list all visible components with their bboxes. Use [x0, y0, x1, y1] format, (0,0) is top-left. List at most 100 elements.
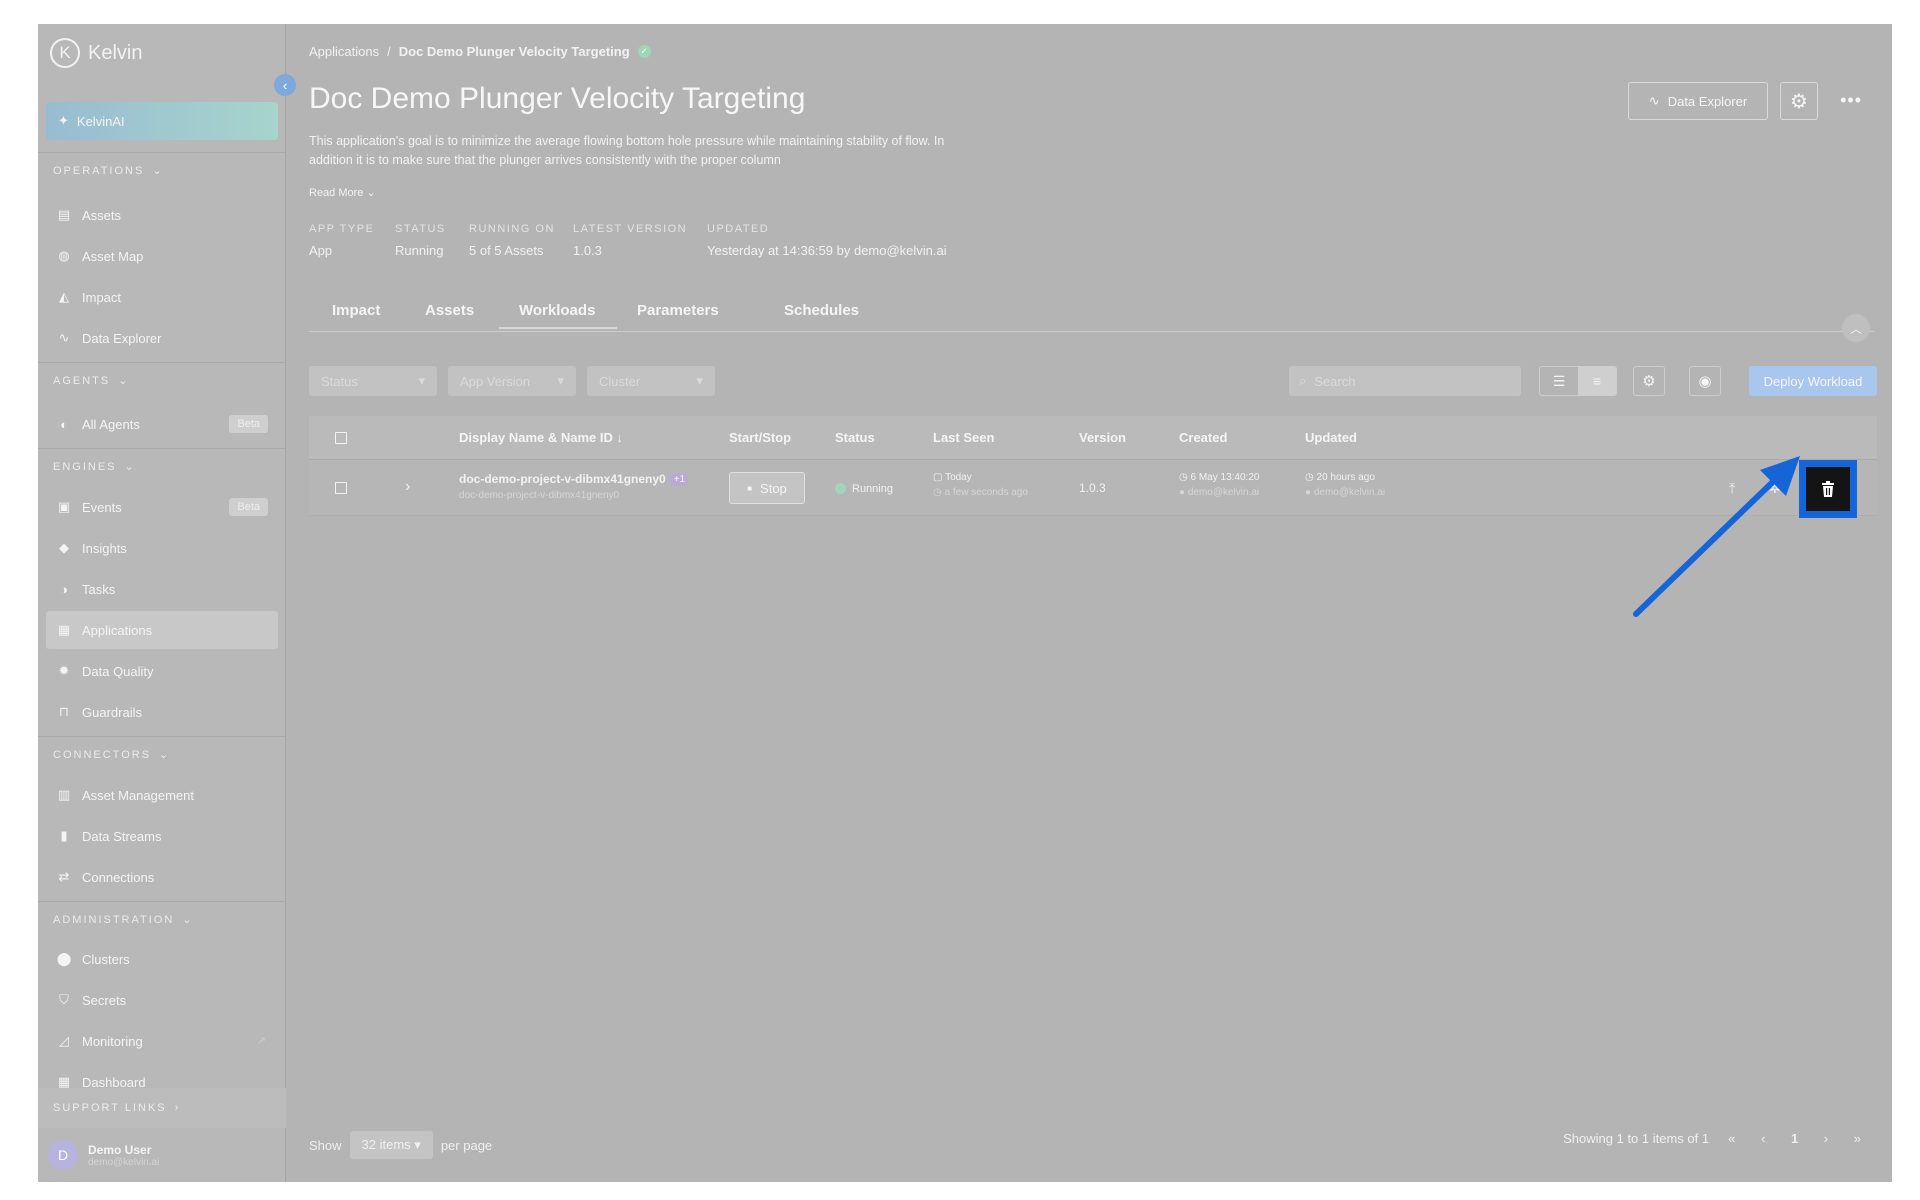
section-administration[interactable]: ADMINISTRATION ⌄ — [53, 913, 194, 927]
sidebar-item-impact[interactable]: ◭ Impact — [46, 278, 278, 316]
column-version[interactable]: Version — [1079, 430, 1126, 445]
clock-icon: ◷ — [1305, 472, 1314, 483]
select-all-checkbox[interactable] — [335, 432, 347, 444]
last-page-icon[interactable]: » — [1854, 1131, 1861, 1146]
calendar-icon: ▢ — [933, 472, 943, 483]
stop-button[interactable]: ■ Stop — [729, 472, 805, 504]
magic-wand-icon[interactable]: ✲ — [1769, 480, 1781, 497]
collapse-sidebar-button[interactable]: ‹ — [274, 74, 296, 96]
column-start-stop: Start/Stop — [729, 430, 792, 445]
status-filter[interactable]: Status ▾ — [309, 366, 437, 396]
extra-count-badge: +1 — [669, 473, 690, 487]
page-number[interactable]: 1 — [1791, 1131, 1798, 1146]
per-page-select[interactable]: 32 items ▾ — [349, 1131, 433, 1159]
sidebar-item-data-streams[interactable]: ▮ Data Streams — [46, 817, 278, 855]
section-connectors[interactable]: CONNECTORS ⌄ — [53, 748, 171, 762]
search-input[interactable]: ⌕ Search — [1289, 366, 1521, 396]
version-cell: 1.0.3 — [1079, 481, 1106, 495]
density-toggle[interactable]: ☰ ≡ — [1539, 366, 1617, 396]
logo[interactable]: K Kelvin — [50, 38, 142, 68]
tab-workloads[interactable]: Workloads — [499, 302, 618, 329]
data-explorer-button[interactable]: ∿ Data Explorer — [1628, 82, 1768, 120]
chevron-down-icon: ⌄ — [118, 375, 130, 387]
caret-down-icon: ▾ — [414, 1137, 421, 1152]
cluster-filter[interactable]: Cluster ▾ — [587, 366, 715, 396]
app-description: This application's goal is to minimize t… — [309, 134, 945, 167]
quality-gear-icon: ✹ — [58, 663, 70, 678]
user-circle-icon: ◉ — [1698, 373, 1712, 390]
tab-parameters[interactable]: Parameters — [637, 302, 719, 327]
app-frame: K Kelvin ‹ ✦ KelvinAI OPERATIONS ⌄ ▤ Asset… — [38, 24, 1892, 1182]
beta-badge: Beta — [229, 415, 268, 433]
read-more-toggle[interactable]: Read More ⌄ — [309, 186, 376, 199]
table-header: Display Name & Name ID ↓ Start/Stop Stat… — [309, 416, 1877, 460]
sidebar-item-clusters[interactable]: ⬤ Clusters — [46, 940, 278, 978]
meta-app-type: APP TYPE App — [309, 223, 375, 258]
sidebar: K Kelvin ‹ ✦ KelvinAI OPERATIONS ⌄ ▤ Asset… — [38, 24, 296, 1182]
guardrail-icon: ⊓ — [58, 704, 70, 719]
tab-schedules[interactable]: Schedules — [784, 302, 859, 327]
search-icon: ⌕ — [1299, 373, 1307, 388]
settings-button[interactable]: ⚙ — [1780, 82, 1818, 120]
sidebar-item-guardrails[interactable]: ⊓ Guardrails — [46, 693, 278, 731]
more-options-button[interactable]: ••• — [1840, 90, 1862, 111]
sidebar-item-assets[interactable]: ▤ Assets — [46, 196, 278, 234]
table-row[interactable]: › doc-demo-project-v-dibmx41gneny0 +1 doc… — [309, 460, 1877, 518]
collapse-header-button[interactable]: ︿ — [1842, 314, 1870, 342]
column-last-seen[interactable]: Last Seen — [933, 430, 994, 445]
delete-workload-button[interactable] — [1799, 460, 1857, 518]
clock-icon: ◷ — [1179, 472, 1188, 483]
first-page-icon[interactable]: « — [1728, 1131, 1735, 1146]
tab-assets[interactable]: Assets — [425, 302, 474, 327]
sidebar-item-secrets[interactable]: ⛉ Secrets — [46, 981, 278, 1019]
chevron-down-icon: ⌄ — [366, 187, 376, 199]
breadcrumb-applications[interactable]: Applications — [309, 44, 379, 59]
deploy-workload-button[interactable]: Deploy Workload — [1749, 366, 1877, 396]
globe-icon: ◍ — [58, 248, 70, 263]
sidebar-item-monitoring[interactable]: ◿ Monitoring ↗ — [46, 1022, 278, 1060]
status-cell: Running — [835, 481, 893, 495]
column-display-name[interactable]: Display Name & Name ID ↓ — [459, 430, 623, 445]
sidebar-item-data-explorer[interactable]: ∿ Data Explorer — [46, 319, 278, 357]
check-icon: ✓ — [637, 45, 651, 58]
connection-icon: ⇄ — [58, 869, 70, 884]
sidebar-item-tasks[interactable]: ◑ Tasks — [46, 570, 278, 608]
column-status[interactable]: Status — [835, 430, 875, 445]
divider — [38, 901, 286, 902]
bar-chart-icon: ▮ — [60, 828, 68, 843]
kelvinai-button[interactable]: ✦ KelvinAI — [46, 102, 278, 140]
chevron-right-icon: › — [174, 1102, 181, 1114]
chevron-down-icon: ⌄ — [159, 749, 171, 761]
prev-page-icon[interactable]: ‹ — [1761, 1131, 1765, 1146]
sidebar-item-events[interactable]: ▣ Events Beta — [46, 488, 278, 526]
sidebar-item-asset-management[interactable]: ▥ Asset Management — [46, 776, 278, 814]
sidebar-item-applications[interactable]: ▦ Applications — [46, 611, 278, 649]
column-created[interactable]: Created — [1179, 430, 1227, 445]
support-links[interactable]: SUPPORT LINKS › — [38, 1088, 286, 1128]
section-operations[interactable]: OPERATIONS ⌄ — [53, 164, 164, 178]
user-filter-button[interactable]: ◉ — [1689, 366, 1721, 396]
tab-impact[interactable]: Impact — [332, 302, 380, 327]
row-checkbox[interactable] — [335, 482, 347, 494]
table-settings-button[interactable]: ⚙ — [1633, 366, 1665, 396]
sidebar-item-insights[interactable]: ◆ Insights — [46, 529, 278, 567]
sidebar-item-data-quality[interactable]: ✹ Data Quality — [46, 652, 278, 690]
list-view-icon[interactable]: ≡ — [1578, 367, 1616, 395]
sidebar-item-all-agents[interactable]: ◐ All Agents Beta — [46, 405, 278, 443]
tasks-icon: ◑ — [60, 581, 68, 597]
expand-row-chevron-icon[interactable]: › — [405, 478, 410, 496]
section-agents[interactable]: AGENTS ⌄ — [53, 374, 130, 388]
sidebar-item-asset-map[interactable]: ◍ Asset Map — [46, 237, 278, 275]
user-menu[interactable]: D Demo User demo@kelvin.ai — [48, 1140, 159, 1170]
workload-name-cell[interactable]: doc-demo-project-v-dibmx41gneny0 +1 doc-d… — [459, 472, 690, 501]
sidebar-item-connections[interactable]: ⇄ Connections — [46, 858, 278, 896]
app-version-filter[interactable]: App Version ▾ — [448, 366, 576, 396]
column-updated[interactable]: Updated — [1305, 430, 1357, 445]
section-engines[interactable]: ENGINES ⌄ — [53, 460, 136, 474]
page-title: Doc Demo Plunger Velocity Targeting — [309, 82, 806, 115]
status-ok-icon — [835, 483, 846, 495]
next-page-icon[interactable]: › — [1824, 1131, 1828, 1146]
upgrade-icon[interactable]: ⤒ — [1729, 480, 1735, 497]
assets-icon: ▤ — [57, 207, 71, 222]
compact-view-icon[interactable]: ☰ — [1540, 367, 1578, 395]
